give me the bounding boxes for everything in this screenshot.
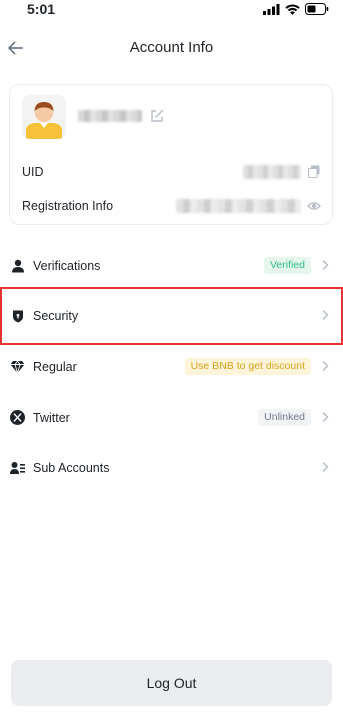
chevron-right-icon xyxy=(322,411,329,423)
wifi-icon xyxy=(285,3,300,15)
avatar-illustration-icon xyxy=(22,95,66,139)
registration-info-label: Registration Info xyxy=(22,199,114,213)
registration-info-redacted xyxy=(176,199,301,213)
nickname-redacted xyxy=(78,110,142,122)
menu-item-verifications[interactable]: Verifications Verified xyxy=(0,241,343,291)
profile-card: UID Registration Info xyxy=(9,84,333,225)
unlinked-badge: Unlinked xyxy=(258,409,311,426)
bnb-discount-badge: Use BNB to get discount xyxy=(184,358,311,375)
page-title: Account Info xyxy=(129,39,214,56)
menu-item-label: Verifications xyxy=(33,259,101,273)
user-icon xyxy=(10,258,25,273)
menu-item-regular[interactable]: Regular Use BNB to get discount xyxy=(0,342,343,392)
eye-icon[interactable] xyxy=(307,199,321,213)
chevron-right-icon xyxy=(322,461,329,473)
menu-item-sub-accounts[interactable]: Sub Accounts xyxy=(0,443,343,493)
nav-bar: Account Info xyxy=(0,34,343,62)
sub-accounts-icon xyxy=(10,460,25,475)
status-bar: 5:01 xyxy=(0,0,343,22)
uid-label: UID xyxy=(22,165,44,179)
x-twitter-icon xyxy=(10,410,25,425)
menu-item-twitter[interactable]: Twitter Unlinked xyxy=(0,393,343,443)
uid-value-redacted xyxy=(243,165,301,179)
edit-icon[interactable] xyxy=(150,109,164,123)
avatar[interactable] xyxy=(22,95,66,139)
diamond-icon xyxy=(10,359,25,374)
cellular-signal-icon xyxy=(263,3,280,15)
menu-item-label: Regular xyxy=(33,360,77,374)
verified-badge: Verified xyxy=(263,257,311,274)
status-time: 5:01 xyxy=(27,1,56,17)
logout-button[interactable]: Log Out xyxy=(11,660,332,706)
menu-item-label: Twitter xyxy=(33,411,70,425)
menu-item-label: Sub Accounts xyxy=(33,461,110,475)
chevron-right-icon xyxy=(322,360,329,372)
chevron-right-icon xyxy=(322,259,329,271)
battery-icon xyxy=(305,3,329,15)
security-highlight-frame xyxy=(0,287,343,345)
copy-icon[interactable] xyxy=(308,165,320,178)
status-icons xyxy=(263,3,329,15)
